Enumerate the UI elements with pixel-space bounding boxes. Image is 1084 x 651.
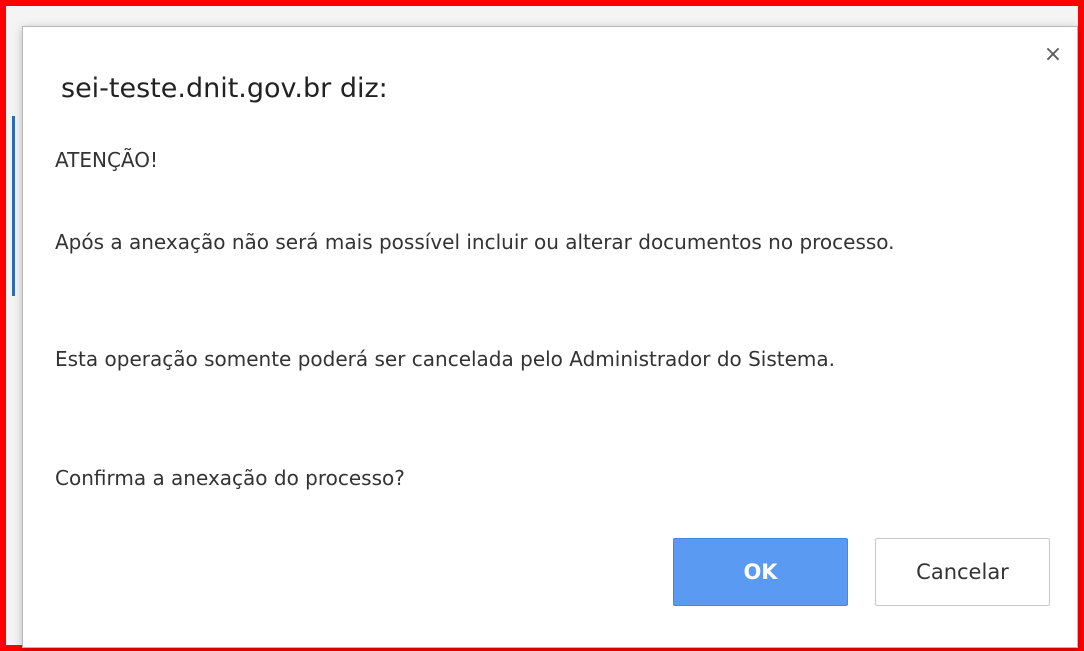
close-icon[interactable]: × (1039, 41, 1067, 69)
dialog-message-attention: ATENÇÃO! (55, 148, 158, 172)
dialog-message-question: Confirma a anexação do processo? (55, 466, 405, 490)
dialog-message-cancel-info: Esta operação somente poderá ser cancela… (55, 347, 836, 371)
dialog-title: sei-teste.dnit.gov.br diz: (61, 73, 388, 104)
cancel-button[interactable]: Cancelar (875, 538, 1050, 606)
dialog-message-warning: Após a anexação não será mais possível i… (55, 230, 895, 254)
confirm-dialog: × sei-teste.dnit.gov.br diz: ATENÇÃO! Ap… (22, 26, 1078, 648)
background-page-edge (12, 116, 15, 296)
ok-button[interactable]: OK (673, 538, 848, 606)
